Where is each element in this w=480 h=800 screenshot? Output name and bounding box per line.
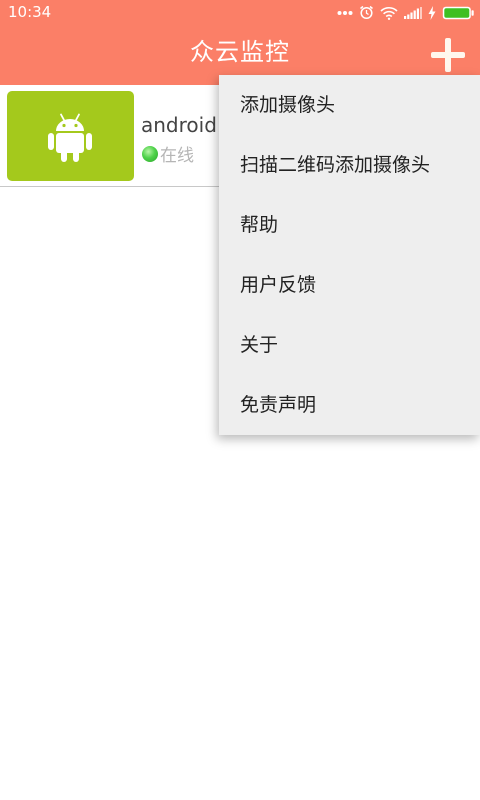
popup-menu: 添加摄像头 扫描二维码添加摄像头 帮助 用户反馈 关于 免责声明 xyxy=(219,75,480,435)
android-robot-icon xyxy=(48,113,92,162)
plus-icon xyxy=(431,38,465,72)
device-thumbnail xyxy=(7,91,134,181)
screen: 10:34 众云监控 android 在线 添加摄像头 扫描二维码添加摄像头 帮… xyxy=(0,0,480,800)
online-status-dot-icon xyxy=(142,145,158,162)
device-name: android xyxy=(141,113,217,137)
status-bar: 10:34 xyxy=(0,0,480,25)
device-status: 在线 xyxy=(142,141,194,166)
menu-item-disclaimer[interactable]: 免责声明 xyxy=(219,375,480,435)
signal-icon xyxy=(404,6,422,19)
wifi-icon xyxy=(380,6,398,20)
menu-item-help[interactable]: 帮助 xyxy=(219,195,480,255)
page-title: 众云监控 xyxy=(190,38,290,66)
status-time: 10:34 xyxy=(8,3,52,21)
battery-icon xyxy=(442,6,474,20)
menu-item-about[interactable]: 关于 xyxy=(219,315,480,375)
menu-item-add-camera[interactable]: 添加摄像头 xyxy=(219,75,480,135)
more-dots-icon xyxy=(337,10,353,16)
add-button[interactable] xyxy=(430,37,466,73)
menu-item-scan-qr-add-camera[interactable]: 扫描二维码添加摄像头 xyxy=(219,135,480,195)
charging-icon xyxy=(428,5,436,20)
device-status-text: 在线 xyxy=(160,146,194,166)
alarm-icon xyxy=(359,5,374,20)
status-icons xyxy=(337,4,474,21)
menu-item-feedback[interactable]: 用户反馈 xyxy=(219,255,480,315)
